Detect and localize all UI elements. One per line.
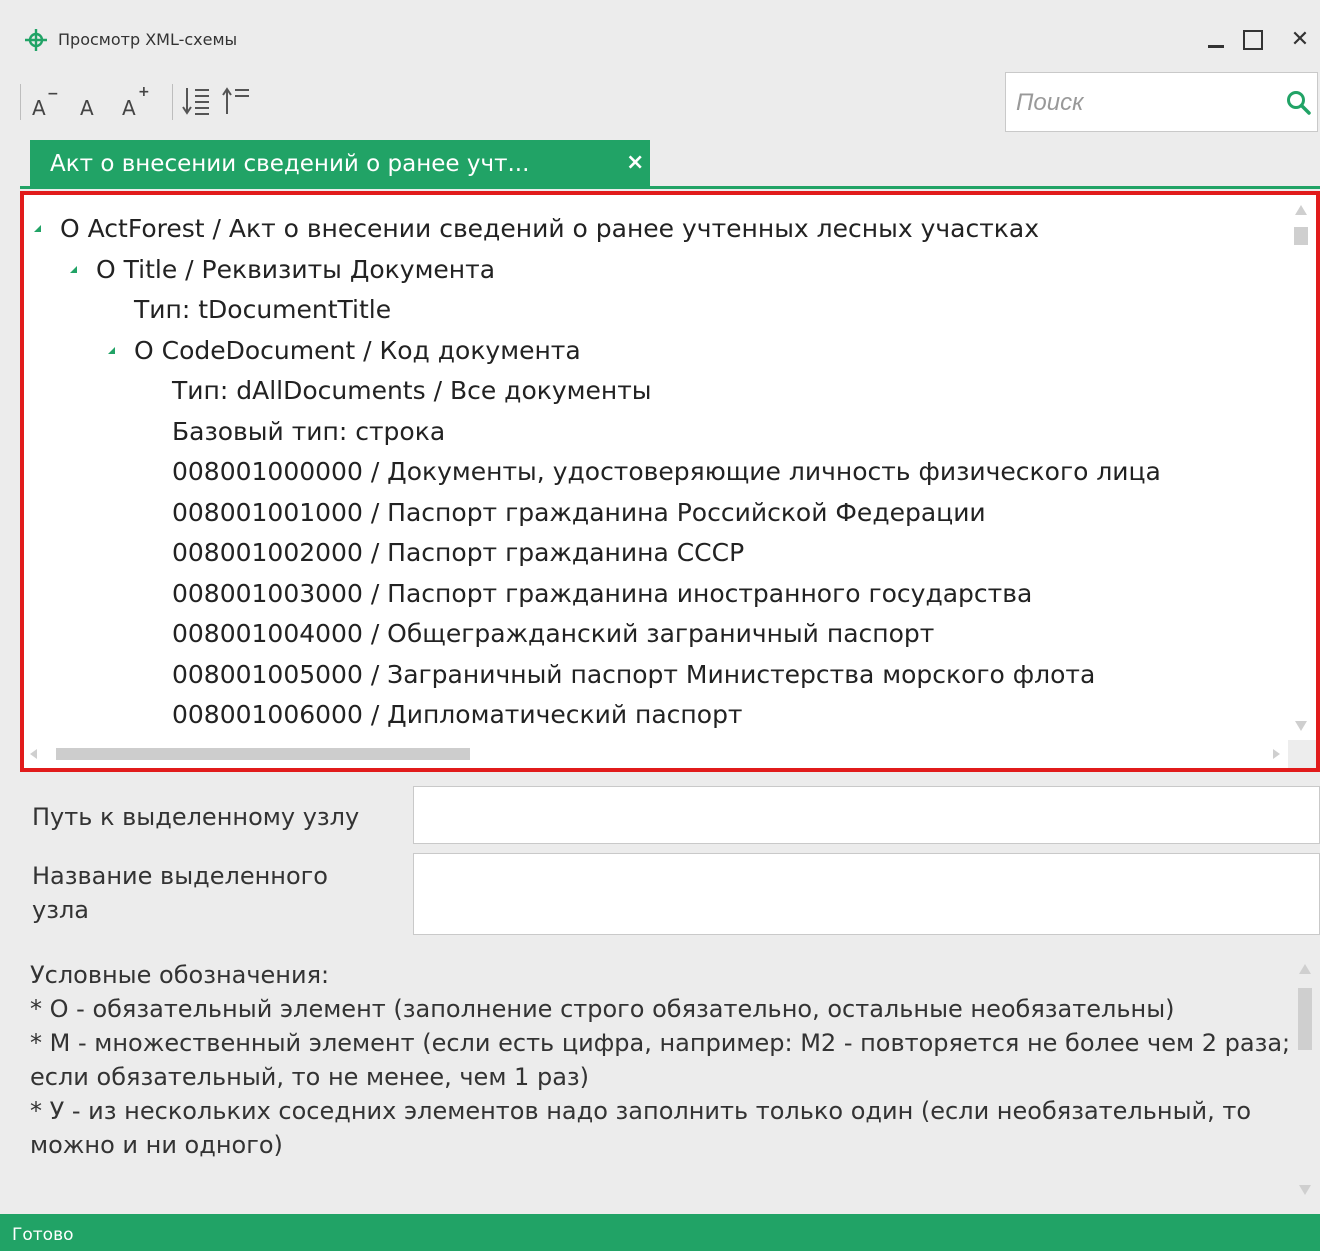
tree-row-label: Тип: tDocumentTitle bbox=[134, 295, 392, 324]
tree-row-label: O CodeDocument / Код документа bbox=[134, 335, 581, 365]
tree-row[interactable]: 008001003000 / Паспорт гражданина иностр… bbox=[172, 574, 1032, 614]
tree-row-label: 008001001000 / Паспорт гражданина Россий… bbox=[172, 497, 986, 527]
tree-horizontal-scrollbar[interactable] bbox=[24, 740, 1316, 768]
name-label: Название выделенного узла bbox=[32, 862, 328, 924]
tree-row[interactable]: 008001004000 / Общегражданский заграничн… bbox=[172, 614, 934, 654]
path-label: Путь к выделенному узлу bbox=[32, 803, 360, 831]
tab-label: Акт о внесении сведений о ранее учт... bbox=[50, 151, 530, 177]
tree-row[interactable]: Базовый тип: строка bbox=[172, 412, 445, 452]
expand-all-button[interactable] bbox=[182, 80, 216, 124]
tree-row-label: 008001000000 / Документы, удостоверяющие… bbox=[172, 457, 1161, 486]
search-input[interactable] bbox=[1014, 86, 1268, 120]
scroll-down-icon[interactable] bbox=[1299, 1185, 1311, 1195]
tree-row-label: 008001003000 / Паспорт гражданина иностр… bbox=[172, 578, 1033, 608]
tree-row[interactable]: 008001001000 / Паспорт гражданина Россий… bbox=[172, 493, 986, 533]
scroll-thumb[interactable] bbox=[1294, 227, 1308, 245]
search-icon[interactable] bbox=[1285, 89, 1313, 117]
tree-row[interactable]: Тип: dAllDocuments / Все документы bbox=[172, 371, 652, 411]
close-button[interactable]: ✕ bbox=[1280, 22, 1320, 58]
maximize-button[interactable] bbox=[1232, 22, 1272, 58]
tree-row-label: O ActForest / Акт о внесении сведений о … bbox=[60, 214, 1040, 243]
legend-title: Условные обозначения: bbox=[30, 961, 330, 989]
scroll-up-icon[interactable] bbox=[1299, 964, 1311, 974]
tab-close-icon[interactable]: × bbox=[626, 150, 644, 175]
expand-triangle-icon[interactable] bbox=[70, 265, 77, 273]
minimize-icon bbox=[1208, 45, 1224, 48]
tree-row[interactable]: 008001002000 / Паспорт гражданина СССР bbox=[172, 533, 744, 573]
legend: Условные обозначения: * О - обязательный… bbox=[30, 958, 1295, 1162]
tree-row-label: 008001005000 / Заграничный паспорт Минис… bbox=[172, 659, 1096, 689]
expand-triangle-icon[interactable] bbox=[34, 225, 41, 232]
tab-strip: Акт о внесении сведений о ранее учт... × bbox=[20, 140, 1320, 190]
normal-font-button[interactable]: A bbox=[76, 80, 106, 124]
search-box[interactable] bbox=[1005, 72, 1318, 132]
scroll-thumb[interactable] bbox=[56, 748, 470, 760]
app-icon bbox=[25, 29, 47, 51]
tree-row[interactable]: 008001005000 / Заграничный паспорт Минис… bbox=[172, 655, 1095, 695]
tab-underline bbox=[20, 186, 1320, 189]
scroll-left-icon[interactable] bbox=[30, 749, 37, 759]
legend-vertical-scrollbar[interactable] bbox=[1298, 962, 1312, 1197]
tree-row-label: Базовый тип: строка bbox=[172, 416, 446, 446]
tree-row[interactable]: O Title / Реквизиты Документа bbox=[70, 250, 496, 290]
status-text: Готово bbox=[12, 1225, 74, 1245]
tree-row-label: O Title / Реквизиты Документа bbox=[96, 254, 496, 284]
expand-triangle-icon[interactable] bbox=[108, 346, 115, 354]
collapse-all-icon bbox=[222, 87, 249, 114]
close-icon: ✕ bbox=[1290, 27, 1310, 52]
tree-row-label: 008001002000 / Паспорт гражданина СССР bbox=[172, 538, 745, 567]
toolbar-separator bbox=[172, 84, 173, 120]
scroll-corner bbox=[1288, 740, 1316, 768]
legend-item: * У - из нескольких соседних элементов н… bbox=[30, 1097, 1252, 1159]
tree-row-label: Тип: dAllDocuments / Все документы bbox=[172, 376, 652, 405]
minimize-button[interactable] bbox=[1196, 22, 1236, 58]
tree-row[interactable]: 008001000000 / Документы, удостоверяющие… bbox=[172, 452, 1161, 492]
tree-vertical-scrollbar[interactable] bbox=[1294, 203, 1308, 733]
tree-row-label: 008001006000 / Дипломатический паспорт bbox=[172, 700, 743, 729]
window-title: Просмотр XML-схемы bbox=[58, 30, 238, 49]
status-bar: Готово bbox=[0, 1214, 1320, 1251]
tree-row[interactable]: O ActForest / Акт о внесении сведений о … bbox=[34, 209, 1040, 249]
scroll-thumb[interactable] bbox=[1298, 988, 1312, 1050]
tree-row[interactable]: 008001006000 / Дипломатический паспорт bbox=[172, 695, 743, 735]
tree-row-label: 008001004000 / Общегражданский заграничн… bbox=[172, 619, 935, 648]
tab-document[interactable]: Акт о внесении сведений о ранее учт... × bbox=[30, 140, 650, 186]
scroll-up-icon[interactable] bbox=[1295, 205, 1307, 215]
path-field[interactable] bbox=[413, 786, 1320, 844]
legend-item: * М - множественный элемент (если есть ц… bbox=[30, 1029, 1291, 1091]
expand-all-icon bbox=[182, 88, 209, 115]
legend-item: * О - обязательный элемент (заполнение с… bbox=[30, 995, 1175, 1023]
tree-row[interactable]: Тип: tDocumentTitle bbox=[134, 290, 391, 330]
toolbar-separator bbox=[20, 84, 21, 120]
maximize-icon bbox=[1243, 30, 1263, 50]
name-field[interactable] bbox=[413, 853, 1320, 935]
tree-row[interactable]: O CodeDocument / Код документа bbox=[108, 331, 581, 371]
scroll-down-icon[interactable] bbox=[1295, 721, 1307, 731]
increase-font-button[interactable]: A + bbox=[118, 80, 160, 124]
collapse-all-button[interactable] bbox=[222, 80, 256, 124]
decrease-font-button[interactable]: A − bbox=[28, 80, 68, 124]
scroll-right-icon[interactable] bbox=[1273, 749, 1280, 759]
schema-tree[interactable]: O ActForest / Акт о внесении сведений о … bbox=[20, 191, 1320, 772]
